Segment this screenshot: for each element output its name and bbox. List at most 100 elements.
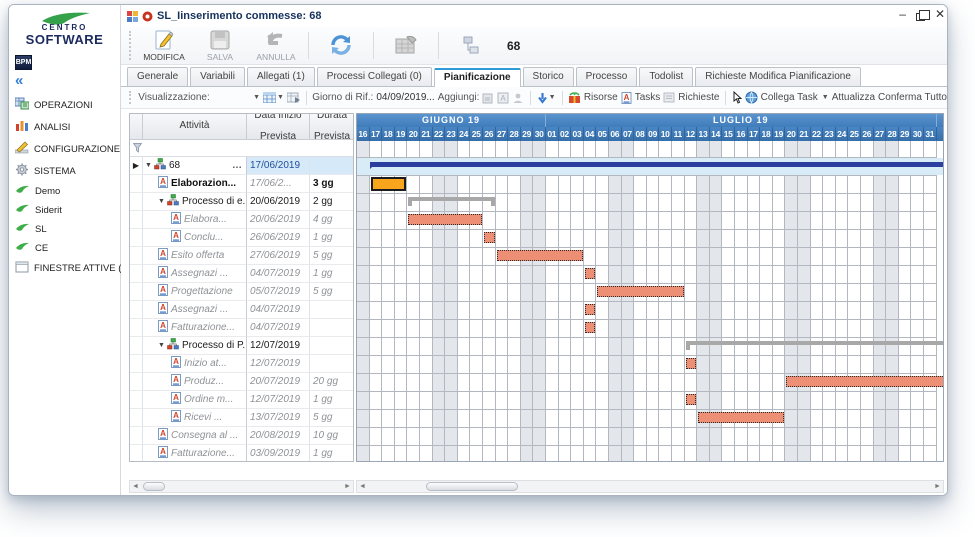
duration-cell[interactable]: 1 gg xyxy=(310,229,354,247)
sidebar-item-operazioni[interactable]: OPERAZIONI xyxy=(13,94,116,116)
tab-pianificazione[interactable]: Pianificazione xyxy=(434,68,521,87)
table-row[interactable]: AFatturazione...03/09/20191 gg xyxy=(130,445,353,462)
project-summary-bar[interactable] xyxy=(371,162,944,167)
modifica-button[interactable]: MODIFICA xyxy=(136,29,192,62)
table-hscrollbar[interactable]: ◄ ► xyxy=(129,480,354,493)
add-item-button[interactable] xyxy=(482,92,494,104)
phase-summary-bar[interactable] xyxy=(408,197,494,201)
task-bar[interactable] xyxy=(686,394,697,405)
start-date-cell[interactable]: 20/07/2019 xyxy=(247,373,310,391)
activity-name-cell[interactable]: AAssegnazi ... xyxy=(143,301,247,319)
sidebar-item-configurazione[interactable]: CONFIGURAZIONE xyxy=(13,138,116,160)
start-date-cell[interactable]: 04/07/2019 xyxy=(247,265,310,283)
tab-processo[interactable]: Processo xyxy=(576,67,638,86)
table-row[interactable]: AProgettazione05/07/20195 gg xyxy=(130,283,353,301)
activity-name-cell[interactable]: AElabora... xyxy=(143,211,247,229)
task-bar[interactable] xyxy=(585,268,596,279)
activity-name-cell[interactable]: AElaborazion... xyxy=(143,175,247,193)
tab-storico[interactable]: Storico xyxy=(523,67,574,86)
duration-cell[interactable] xyxy=(310,319,354,337)
table-row[interactable]: ARicevi ...13/07/20195 gg xyxy=(130,409,353,427)
start-date-cell[interactable]: 03/09/2019 xyxy=(247,445,310,462)
table-row[interactable]: AProduz...20/07/201920 gg xyxy=(130,373,353,391)
collega-task-button[interactable]: Collega Task ▼ xyxy=(745,91,829,104)
activity-name-cell[interactable]: ▼Processo di P... xyxy=(143,337,247,355)
duration-cell[interactable]: 5 gg xyxy=(310,283,354,301)
start-date-cell[interactable]: 13/07/2019 xyxy=(247,409,310,427)
task-bar[interactable] xyxy=(597,286,683,297)
bpm-badge[interactable]: BPM xyxy=(15,55,32,70)
table-row[interactable]: AAssegnazi ...04/07/20191 gg xyxy=(130,265,353,283)
table-hscroll-thumb[interactable] xyxy=(143,482,165,491)
table-row[interactable]: AInizio at...12/07/2019 xyxy=(130,355,353,373)
header-attivita[interactable]: Attività xyxy=(143,114,247,140)
attualizza-button[interactable]: Attualizza xyxy=(832,92,875,103)
duration-cell[interactable] xyxy=(310,157,354,175)
gantt-hscroll-thumb[interactable] xyxy=(426,482,518,491)
activity-name-cell[interactable]: AProduz... xyxy=(143,373,247,391)
activity-name-cell[interactable]: AProgettazione xyxy=(143,283,247,301)
task-bar[interactable] xyxy=(484,232,495,243)
giorno-rif-value[interactable]: 04/09/2019... xyxy=(376,92,434,103)
start-date-cell[interactable]: 26/06/2019 xyxy=(247,229,310,247)
duration-cell[interactable]: 1 gg xyxy=(310,445,354,462)
activity-name-cell[interactable]: ▼Processo di e... xyxy=(143,193,247,211)
sidebar-item-siderit[interactable]: Siderit xyxy=(13,201,116,220)
start-date-cell[interactable]: 12/07/2019 xyxy=(247,355,310,373)
table-row[interactable]: ▼Processo di P...12/07/2019 xyxy=(130,337,353,355)
expander-icon[interactable]: ▼ xyxy=(145,162,152,169)
duration-cell[interactable] xyxy=(310,337,354,355)
gantt-hscroll-track[interactable] xyxy=(368,481,932,492)
filter-row[interactable] xyxy=(130,140,353,157)
tab-todolist[interactable]: Todolist xyxy=(639,67,693,86)
activity-name-cell[interactable]: AFatturazione... xyxy=(143,319,247,337)
scroll-left-icon[interactable]: ◄ xyxy=(357,483,368,490)
start-date-cell[interactable]: 12/07/2019 xyxy=(247,391,310,409)
expander-icon[interactable]: ▼ xyxy=(158,342,165,349)
add-resource-button[interactable] xyxy=(512,92,524,104)
scroll-left-icon[interactable]: ◄ xyxy=(130,483,141,490)
tab-processi-collegati-0-[interactable]: Processi Collegati (0) xyxy=(317,67,432,86)
table-row[interactable]: ▶▼68…17/06/2019 xyxy=(130,157,353,175)
task-bar[interactable] xyxy=(408,214,482,225)
salva-button[interactable]: SALVA xyxy=(192,29,248,62)
grid-view-button[interactable]: ▼ xyxy=(263,92,284,103)
start-date-cell[interactable]: 04/07/2019 xyxy=(247,301,310,319)
ellipsis-button[interactable]: … xyxy=(232,160,243,171)
start-date-cell[interactable]: 17/06/2019 xyxy=(247,157,310,175)
scroll-to-task-button[interactable]: ▼ xyxy=(537,92,556,104)
sidebar-item-demo[interactable]: Demo xyxy=(13,182,116,201)
table-row[interactable]: ▼Processo di e...20/06/20192 gg xyxy=(130,193,353,211)
activity-name-cell[interactable]: AOrdine m... xyxy=(143,391,247,409)
refresh-button[interactable] xyxy=(313,33,369,58)
sidebar-item-sistema[interactable]: SISTEMA xyxy=(13,160,116,182)
task-bar[interactable] xyxy=(698,412,784,423)
richieste-button[interactable]: Richieste xyxy=(663,92,719,103)
start-date-cell[interactable]: 20/06/2019 xyxy=(247,193,310,211)
header-data-inizio[interactable]: Data InizioPrevista xyxy=(247,114,310,140)
current-task-bar[interactable] xyxy=(371,177,407,191)
activity-name-cell[interactable]: AFatturazione... xyxy=(143,445,247,462)
table-row[interactable]: AElabora...20/06/20194 gg xyxy=(130,211,353,229)
phase-summary-bar[interactable] xyxy=(686,341,944,345)
restore-button[interactable] xyxy=(916,7,925,21)
start-date-cell[interactable]: 17/06/2... xyxy=(247,175,310,193)
scroll-right-icon[interactable]: ► xyxy=(342,483,353,490)
close-button[interactable]: ✕ xyxy=(935,7,945,21)
sidebar-item-analisi[interactable]: ANALISI xyxy=(13,116,116,138)
table-row[interactable]: AEsito offerta27/06/20195 gg xyxy=(130,247,353,265)
duration-cell[interactable]: 5 gg xyxy=(310,247,354,265)
header-selector[interactable] xyxy=(130,114,143,140)
sidebar-item-sl[interactable]: SL xyxy=(13,220,116,239)
activity-name-cell[interactable]: AConclu... xyxy=(143,229,247,247)
tab-variabili[interactable]: Variabili xyxy=(190,67,245,86)
table-row[interactable]: AAssegnazi ...04/07/2019 xyxy=(130,301,353,319)
activity-name-cell[interactable]: ARicevi ... xyxy=(143,409,247,427)
duration-cell[interactable]: 10 gg xyxy=(310,427,354,445)
table-row[interactable]: AConclu...26/06/20191 gg xyxy=(130,229,353,247)
minimize-button[interactable]: – xyxy=(899,7,906,21)
table-row[interactable]: AConsegna al ...20/08/201910 gg xyxy=(130,427,353,445)
hierarchy-button[interactable] xyxy=(443,34,499,57)
duration-cell[interactable]: 3 gg xyxy=(310,175,354,193)
activity-name-cell[interactable]: AEsito offerta xyxy=(143,247,247,265)
